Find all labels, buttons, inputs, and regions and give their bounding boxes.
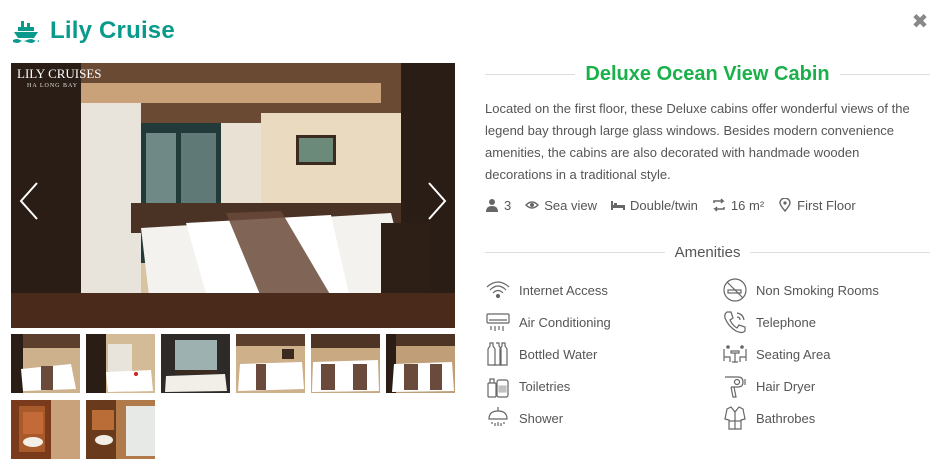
meta-area: 16 m² [712, 198, 764, 213]
guests-icon [485, 198, 499, 212]
meta-view: Sea view [525, 198, 597, 213]
cabin-title: Deluxe Ocean View Cabin [585, 62, 830, 85]
seating-area-icon [722, 341, 748, 367]
telephone-icon [722, 309, 748, 335]
amenity-label: Telephone [756, 314, 816, 330]
cabin-description: Located on the first floor, these Deluxe… [485, 101, 910, 182]
wifi-icon [485, 277, 511, 303]
amenity-label: Air Conditioning [519, 314, 611, 330]
bathrobe-icon [722, 405, 748, 431]
amenity-item: Hair Dryer [722, 373, 815, 399]
air-conditioner-icon [485, 309, 511, 335]
amenity-item: Toiletries [485, 373, 570, 399]
amenity-item: Shower [485, 405, 563, 431]
meta-guests-text: 3 [504, 197, 512, 213]
amenity-label: Bottled Water [519, 346, 598, 362]
gallery-logo-subtitle: HA LONG BAY [27, 83, 79, 89]
amenity-item: Seating Area [722, 341, 830, 367]
amenity-item: Non Smoking Rooms [722, 277, 879, 303]
amenity-label: Shower [519, 410, 564, 426]
map-pin-icon [778, 198, 792, 212]
photo-gallery[interactable]: LILY CRUISES HA LONG BAY [11, 63, 455, 328]
thumbnail[interactable] [86, 334, 155, 393]
cabin-main-photo [11, 63, 455, 328]
brand-title: Lily Cruise [50, 17, 175, 44]
meta-area-text: 16 m² [730, 197, 765, 213]
amenity-item: Telephone [722, 309, 816, 335]
divider [485, 251, 665, 253]
gallery-logo-text: LILY CRUISES [17, 66, 102, 81]
chevron-right-icon[interactable] [425, 181, 449, 221]
meta-bed: Double/twin [610, 197, 698, 213]
amenity-label: Bathrobes [756, 410, 816, 426]
eye-icon [525, 198, 540, 212]
shower-icon [485, 405, 511, 431]
ship-icon [12, 17, 40, 45]
cabin-meta: 3 Sea view Double/twin 16 m² First Floor [485, 196, 930, 214]
thumbnail[interactable] [11, 334, 80, 393]
amenity-item: Bottled Water [485, 341, 597, 367]
cabin-title-row: Deluxe Ocean View Cabin [485, 60, 931, 88]
amenity-label: Hair Dryer [756, 378, 816, 394]
amenities-title: Amenities [674, 243, 741, 261]
meta-floor: First Floor [778, 198, 856, 213]
divider [750, 251, 931, 253]
header: Lily Cruise [12, 14, 175, 48]
bed-icon [610, 198, 625, 212]
amenity-item: Internet Access [485, 277, 608, 303]
meta-view-text: Sea view [544, 197, 597, 213]
meta-bed-text: Double/twin [629, 197, 698, 213]
gallery-logo: LILY CRUISES HA LONG BAY [17, 67, 102, 93]
amenities-heading-row: Amenities [485, 241, 931, 263]
meta-guests: 3 [485, 198, 511, 213]
thumbnail[interactable] [161, 334, 230, 393]
meta-floor-text: First Floor [797, 197, 856, 213]
toiletries-icon [485, 373, 511, 399]
thumbnail[interactable] [86, 400, 155, 459]
hair-dryer-icon [722, 373, 748, 399]
divider [485, 73, 576, 75]
thumbnail[interactable] [386, 334, 455, 393]
amenity-item: Air Conditioning [485, 309, 611, 335]
amenity-label: Non Smoking Rooms [756, 282, 879, 298]
bottles-icon [485, 341, 511, 367]
amenity-label: Toiletries [519, 378, 571, 394]
divider [839, 73, 931, 75]
thumbnail[interactable] [236, 334, 305, 393]
area-icon [712, 198, 726, 212]
cabin-details: Deluxe Ocean View Cabin Located on the f… [485, 60, 931, 430]
amenity-label: Internet Access [519, 282, 608, 298]
amenity-item: Bathrobes [722, 405, 815, 431]
thumbnail[interactable] [311, 334, 380, 393]
no-smoking-icon [722, 277, 748, 303]
chevron-left-icon[interactable] [17, 181, 41, 221]
amenity-label: Seating Area [756, 346, 831, 362]
thumbnail[interactable] [11, 400, 80, 459]
close-icon[interactable]: ✖ [910, 12, 930, 32]
